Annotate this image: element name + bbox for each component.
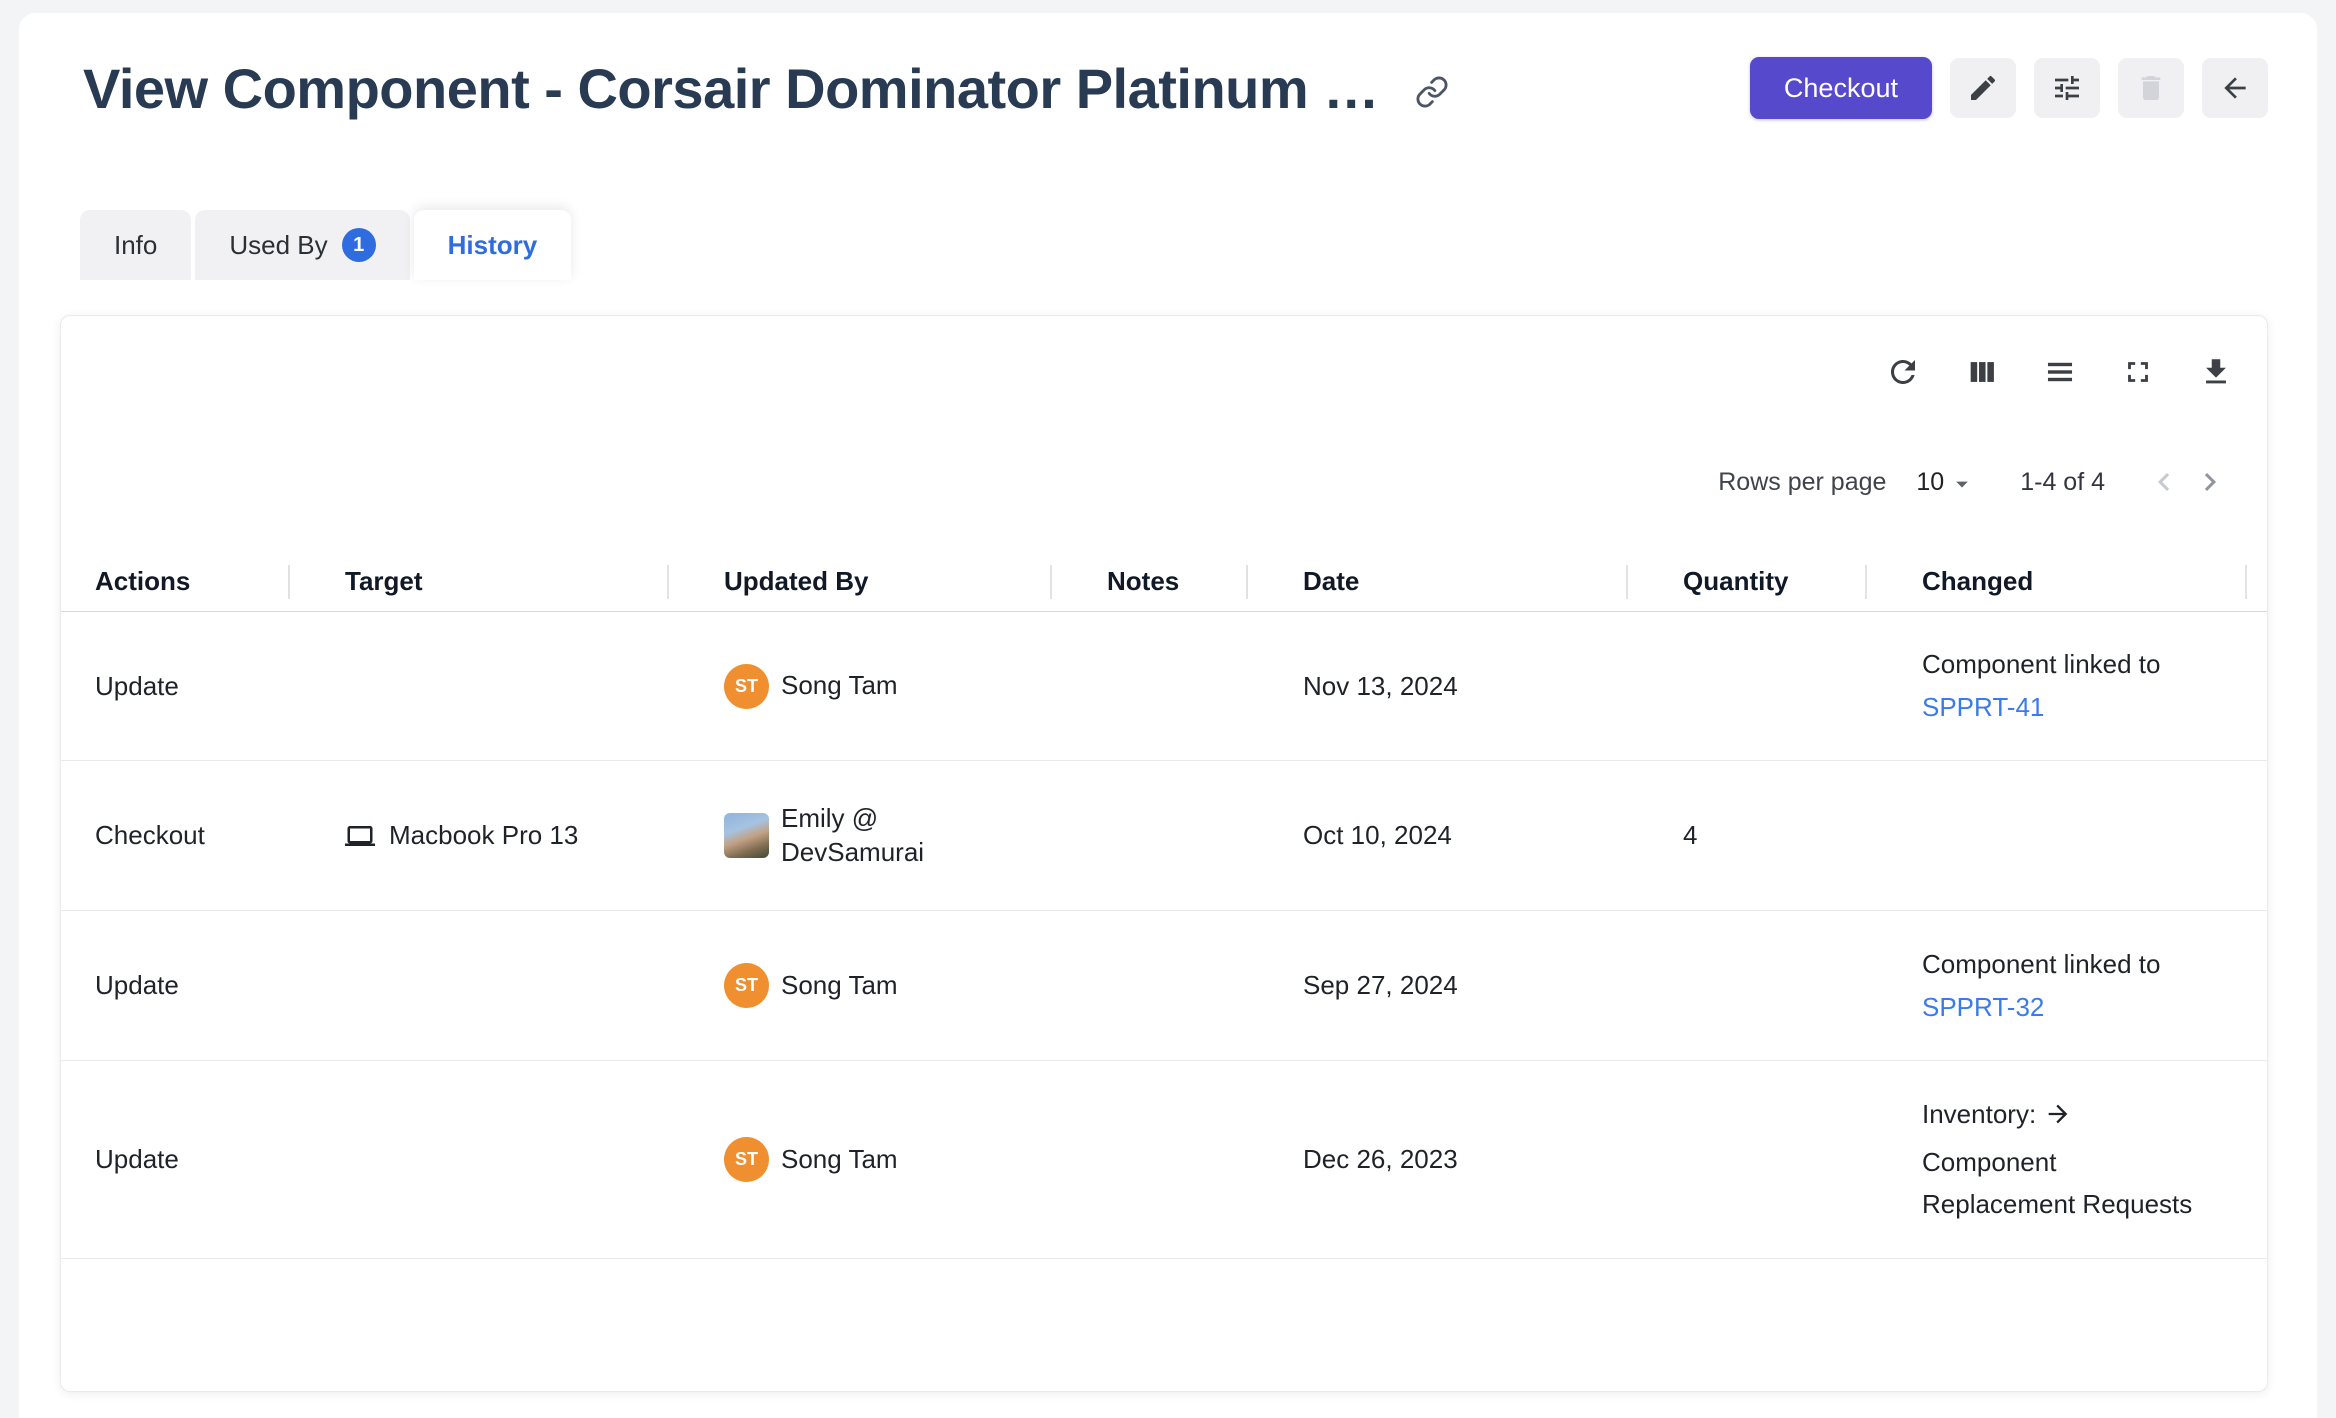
cell-updated-by: ST Song Tam <box>669 911 1052 1060</box>
edit-button[interactable] <box>1950 58 2016 118</box>
user-name: Song Tam <box>781 969 898 1003</box>
table-toolbar <box>61 316 2267 390</box>
column-header-quantity[interactable]: Quantity <box>1628 552 1867 611</box>
table-row: Update ST Song Tam Sep 27, 2024 Componen… <box>61 911 2267 1061</box>
cell-action: Update <box>61 1061 290 1258</box>
changed-text: Component linked to <box>1922 943 2160 986</box>
history-panel: Rows per page 10 1-4 of 4 Actions Target… <box>60 315 2268 1392</box>
cell-quantity <box>1628 1061 1867 1258</box>
cell-date: Nov 13, 2024 <box>1248 612 1628 760</box>
pencil-icon <box>1967 72 1999 104</box>
column-header-updated-by[interactable]: Updated By <box>669 552 1052 611</box>
header-actions: Checkout <box>1750 57 2268 119</box>
table-row: Update ST Song Tam Nov 13, 2024 Componen… <box>61 612 2267 761</box>
pagination-range: 1-4 of 4 <box>2020 468 2105 497</box>
columns-icon[interactable] <box>1965 355 1999 389</box>
changed-text: Component linked to <box>1922 643 2160 686</box>
used-by-count-badge: 1 <box>342 228 376 262</box>
changed-suffix: Component Replacement Requests <box>1922 1147 2192 1220</box>
laptop-icon <box>345 821 375 851</box>
arrow-back-icon <box>2219 72 2251 104</box>
cell-date: Dec 26, 2023 <box>1248 1061 1628 1258</box>
cell-action: Update <box>61 911 290 1060</box>
link-icon[interactable] <box>1415 75 1449 109</box>
cell-changed: Component linked to SPPRT-32 <box>1867 911 2267 1060</box>
user-name: Emily @ DevSamurai <box>781 802 941 870</box>
prev-page-button[interactable] <box>2141 459 2187 505</box>
avatar: ST <box>724 664 769 709</box>
page-header: View Component - Corsair Dominator Plati… <box>83 55 2268 121</box>
cell-date: Sep 27, 2024 <box>1248 911 1628 1060</box>
download-icon[interactable] <box>2199 355 2233 389</box>
cell-updated-by: Emily @ DevSamurai <box>669 761 1052 910</box>
fullscreen-icon[interactable] <box>2121 355 2155 389</box>
cell-target <box>290 1061 669 1258</box>
cell-quantity <box>1628 612 1867 760</box>
title-wrap: View Component - Corsair Dominator Plati… <box>83 56 1449 121</box>
tab-info-label: Info <box>114 230 157 261</box>
cell-updated-by: ST Song Tam <box>669 612 1052 760</box>
tab-history-label: History <box>448 230 538 261</box>
cell-action: Checkout <box>61 761 290 910</box>
rows-per-page-label: Rows per page <box>1718 468 1886 497</box>
tab-bar: Info Used By 1 History <box>80 210 2268 280</box>
column-header-notes[interactable]: Notes <box>1052 552 1248 611</box>
column-header-actions[interactable]: Actions <box>61 552 290 611</box>
avatar: ST <box>724 963 769 1008</box>
column-header-date[interactable]: Date <box>1248 552 1628 611</box>
changed-link[interactable]: SPPRT-41 <box>1922 686 2044 729</box>
column-header-target[interactable]: Target <box>290 552 669 611</box>
cell-quantity: 4 <box>1628 761 1867 910</box>
avatar: ST <box>724 1137 769 1182</box>
checkout-button[interactable]: Checkout <box>1750 57 1932 119</box>
changed-text: Inventory: Component Replacement Request… <box>1922 1093 2212 1227</box>
settings-button[interactable] <box>2034 58 2100 118</box>
refresh-icon[interactable] <box>1885 354 1921 390</box>
trash-icon <box>2135 72 2167 104</box>
table-header: Actions Target Updated By Notes Date Qua… <box>61 552 2267 612</box>
cell-notes <box>1052 761 1248 910</box>
changed-prefix: Inventory: <box>1922 1099 2036 1129</box>
cell-notes <box>1052 1061 1248 1258</box>
tab-used-by-label: Used By <box>229 230 327 261</box>
cell-date: Oct 10, 2024 <box>1248 761 1628 910</box>
column-header-changed[interactable]: Changed <box>1867 552 2267 611</box>
cell-target <box>290 612 669 760</box>
next-page-button[interactable] <box>2187 459 2233 505</box>
tab-used-by[interactable]: Used By 1 <box>195 210 409 280</box>
cell-updated-by: ST Song Tam <box>669 1061 1052 1258</box>
rows-per-page-select[interactable]: 10 <box>1916 466 1976 498</box>
cell-changed: Component linked to SPPRT-41 <box>1867 612 2267 760</box>
delete-button[interactable] <box>2118 58 2184 118</box>
user-name: Song Tam <box>781 1143 898 1177</box>
changed-link[interactable]: SPPRT-32 <box>1922 986 2044 1029</box>
target-label[interactable]: Macbook Pro 13 <box>389 820 578 851</box>
page-title: View Component - Corsair Dominator Plati… <box>83 56 1379 121</box>
user-name: Song Tam <box>781 669 898 703</box>
cell-target: Macbook Pro 13 <box>290 761 669 910</box>
table-row: Checkout Macbook Pro 13 Emily @ DevSamur… <box>61 761 2267 911</box>
density-icon[interactable] <box>2043 355 2077 389</box>
cell-action: Update <box>61 612 290 760</box>
avatar <box>724 813 769 858</box>
cell-changed: Inventory: Component Replacement Request… <box>1867 1061 2267 1258</box>
tune-icon <box>2051 72 2083 104</box>
cell-target <box>290 911 669 1060</box>
rows-per-page-value: 10 <box>1916 468 1944 497</box>
tab-info[interactable]: Info <box>80 210 191 280</box>
cell-notes <box>1052 911 1248 1060</box>
chevron-down-icon <box>1948 470 1976 498</box>
back-button[interactable] <box>2202 58 2268 118</box>
cell-notes <box>1052 612 1248 760</box>
cell-changed <box>1867 761 2267 910</box>
table-row: Update ST Song Tam Dec 26, 2023 Inventor… <box>61 1061 2267 1259</box>
arrow-right-icon <box>2044 1098 2072 1141</box>
tab-history[interactable]: History <box>414 210 572 280</box>
pagination-bar: Rows per page 10 1-4 of 4 <box>61 462 2267 502</box>
cell-quantity <box>1628 911 1867 1060</box>
page-card: View Component - Corsair Dominator Plati… <box>19 13 2317 1418</box>
